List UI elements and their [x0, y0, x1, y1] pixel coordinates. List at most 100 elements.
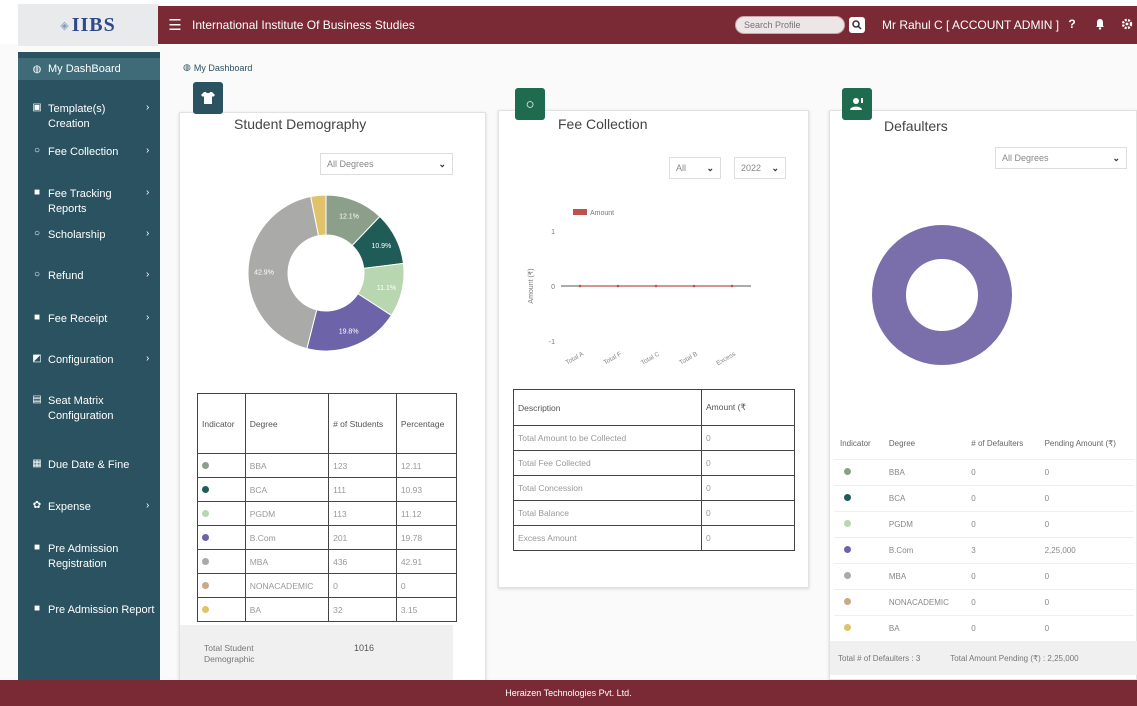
table-cell-students: 201: [328, 525, 397, 550]
table-row: NONACADEMIC 0 0: [197, 573, 458, 598]
sidebar-item-label: Due Date & Fine: [48, 459, 130, 471]
sidebar-item-fee-collection[interactable]: ○ Fee Collection ›: [18, 145, 160, 160]
sidebar-item-scholarship[interactable]: ○ Scholarship ›: [18, 228, 160, 243]
table-cell-degree: BBA: [882, 459, 966, 486]
indicator-dot-icon: [844, 571, 851, 579]
document-icon: ■: [33, 603, 41, 614]
sidebar-item-pre-admission-report[interactable]: ■ Pre Admission Report: [18, 603, 160, 618]
config-icon: ◩: [32, 353, 42, 364]
x-tick-label: Total F: [603, 351, 623, 367]
indicator-cell: [834, 589, 883, 616]
sidebar-item-configuration[interactable]: ◩ Configuration ›: [18, 353, 160, 368]
table-cell-students: 32: [328, 597, 397, 622]
slice-label: 10.9%: [371, 243, 391, 250]
column-header: Indicator: [197, 393, 246, 454]
demography-table: Indicator Degree # of Students Percentag…: [197, 393, 458, 622]
table-row: NONACADEMIC 0 0: [834, 589, 1134, 616]
table-cell-description: Total Amount to be Collected: [513, 425, 702, 451]
table-cell-pct: 12.11: [395, 453, 458, 478]
degree-filter-select[interactable]: All Degrees ⌄: [320, 153, 453, 175]
table-row: B.Com 201 19.78: [197, 525, 458, 550]
fee-filter-all-select[interactable]: All ⌄: [669, 157, 721, 179]
defaulters-badge: [842, 88, 872, 120]
logo[interactable]: ◈ IIBS: [18, 4, 158, 46]
search-box: [735, 16, 865, 34]
select-value: 2022: [741, 163, 762, 173]
shirt-icon: [201, 92, 215, 104]
y-tick-label: 1: [551, 229, 555, 236]
table-cell-degree: BCA: [882, 485, 966, 512]
table-row: BBA 123 12.11: [197, 453, 458, 478]
sidebar-item-label: Pre Admission Registration: [48, 543, 119, 570]
search-input[interactable]: [735, 16, 845, 34]
defaulters-filter-select[interactable]: All Degrees ⌄: [995, 147, 1127, 169]
x-tick-label: Total A: [565, 350, 586, 366]
x-tick-label: Total C: [640, 351, 661, 367]
table-cell-amount: 0: [701, 425, 795, 451]
institute-title: International Institute Of Business Stud…: [192, 18, 415, 32]
receipt-icon: ■: [33, 312, 41, 323]
fee-filter-year-select[interactable]: 2022 ⌄: [734, 157, 786, 179]
table-cell-pct: 19.78: [395, 525, 458, 550]
table-row: BCA 0 0: [834, 485, 1134, 512]
table-cell-degree: B.Com: [882, 537, 966, 564]
indicator-dot-icon: [844, 545, 851, 553]
table-cell-amount: 0: [701, 500, 795, 526]
hamburger-menu-icon[interactable]: ☰: [158, 16, 192, 34]
table-row: Total Concession 0: [513, 475, 795, 501]
table-cell-amount: 0: [701, 450, 795, 476]
fee-badge: ○: [515, 88, 545, 120]
template-icon: ▣: [32, 102, 42, 113]
column-header: Pending Amount (₹): [1038, 429, 1134, 460]
slice-label: 12.1%: [339, 213, 359, 220]
settings-gear-icon[interactable]: [1120, 17, 1134, 31]
sidebar-item-label: Configuration: [48, 354, 114, 366]
data-point: [654, 284, 658, 288]
table-row: BA 0 0: [834, 615, 1134, 642]
indicator-dot-icon: [202, 533, 209, 541]
fee-collection-card: All ⌄ 2022 ⌄ Amount 1 0 -1 Amount (₹) Total A…: [498, 110, 809, 588]
table-row: PGDM 0 0: [834, 511, 1134, 538]
chevron-right-icon: ›: [146, 228, 150, 239]
table-cell-degree: NONACADEMIC: [882, 589, 966, 616]
table-cell-pct: 42.91: [395, 549, 458, 574]
table-cell-description: Total Fee Collected: [513, 450, 702, 476]
breadcrumb-item[interactable]: My Dashboard: [194, 63, 253, 73]
indicator-cell: [197, 525, 246, 550]
top-bar: ◈ IIBS ☰ International Institute Of Busi…: [0, 0, 1137, 46]
column-header: Degree: [882, 429, 966, 460]
search-button[interactable]: [849, 17, 865, 33]
seat-icon: ▤: [32, 394, 42, 405]
table-cell-amount: 2,25,000: [1038, 537, 1134, 564]
user-name[interactable]: Mr Rahul C [ ACCOUNT ADMIN ]: [882, 18, 1059, 32]
indicator-cell: [834, 563, 883, 590]
sidebar-item-seat-matrix[interactable]: ▤ Seat Matrix Configuration: [18, 394, 160, 424]
table-row: Total Amount to be Collected 0: [513, 425, 795, 451]
table-cell-degree: PGDM: [244, 501, 330, 526]
table-cell-description: Excess Amount: [513, 525, 702, 551]
table-cell-degree: BA: [882, 615, 966, 642]
table-row: BA 32 3.15: [197, 597, 458, 622]
sidebar-item-fee-receipt[interactable]: ■ Fee Receipt ›: [18, 312, 160, 327]
sidebar-item-expense[interactable]: ✿ Expense ›: [18, 500, 160, 515]
table-cell-degree: BA: [244, 597, 330, 622]
select-value: All: [676, 163, 687, 173]
indicator-dot-icon: [202, 581, 209, 589]
breadcrumb: ◍ My Dashboard: [183, 62, 252, 73]
chevron-right-icon: ›: [146, 269, 150, 280]
table-cell-degree: MBA: [882, 563, 966, 590]
sidebar-item-due-date-fine[interactable]: ▦ Due Date & Fine: [18, 458, 160, 473]
bell-icon[interactable]: [1093, 17, 1107, 31]
chevron-right-icon: ›: [146, 102, 150, 113]
table-row: BBA 0 0: [834, 459, 1134, 486]
indicator-cell: [834, 511, 883, 538]
sidebar-item-dashboard[interactable]: ◍ My DashBoard: [18, 58, 160, 80]
calendar-icon: ▦: [32, 458, 42, 469]
sidebar-item-fee-tracking-reports[interactable]: ■ Fee Tracking Reports ›: [18, 187, 160, 217]
indicator-cell: [197, 597, 246, 622]
sidebar-item-pre-admission-registration[interactable]: ■ Pre Admission Registration: [18, 542, 160, 572]
sidebar-item-refund[interactable]: ○ Refund ›: [18, 269, 160, 284]
dashboard-icon: ◍: [32, 63, 42, 75]
sidebar-item-template-creation[interactable]: ▣ Template(s) Creation ›: [18, 102, 160, 132]
help-icon[interactable]: ?: [1065, 17, 1079, 31]
